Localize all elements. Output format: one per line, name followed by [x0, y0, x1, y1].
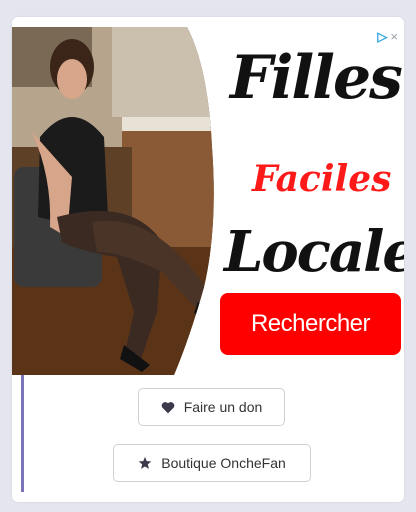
ad-headline-line3: Locales	[224, 219, 404, 285]
star-icon	[138, 456, 152, 470]
donate-button[interactable]: Faire un don	[138, 388, 285, 426]
accent-rule	[21, 375, 24, 492]
ad-search-button[interactable]: Rechercher	[220, 293, 401, 355]
ad-banner[interactable]: ▷× Filles Faciles Locales Rechercher	[12, 27, 404, 375]
heart-icon	[161, 401, 175, 414]
donate-button-label: Faire un don	[183, 399, 263, 415]
shop-button-label: Boutique OncheFan	[161, 455, 286, 471]
close-icon[interactable]: ×	[390, 29, 398, 44]
shop-button[interactable]: Boutique OncheFan	[113, 444, 311, 482]
ad-photo[interactable]	[12, 27, 222, 375]
ad-headline-line2: Faciles	[252, 158, 392, 200]
ad-headline-line1: Filles	[230, 43, 403, 113]
